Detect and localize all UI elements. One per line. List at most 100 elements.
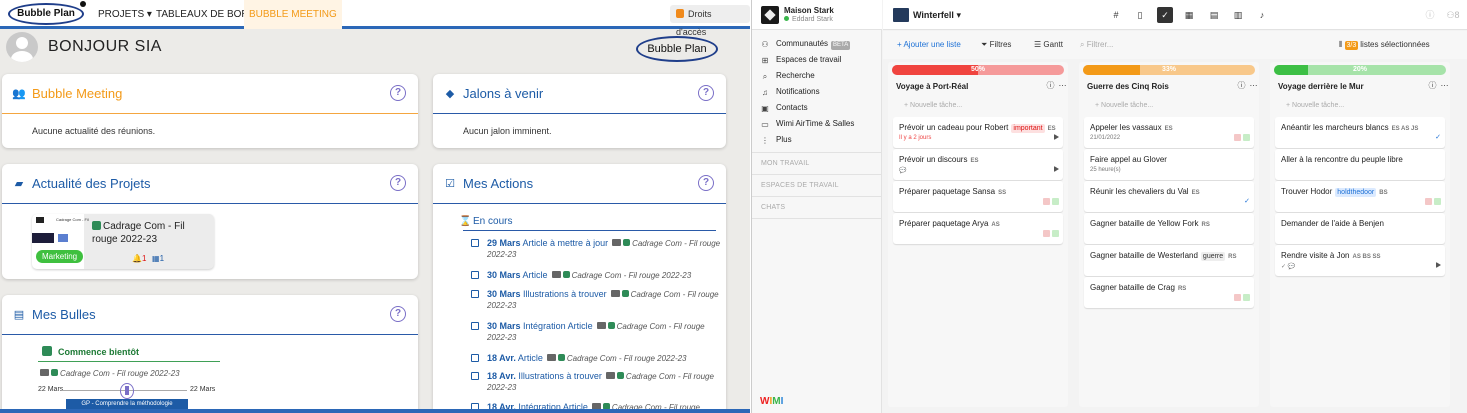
thumbs-down-icon[interactable] [1043,198,1050,205]
thumbs-down-icon[interactable] [1043,230,1050,237]
more-horizontal-icon[interactable]: ⋯ [1058,81,1067,90]
task-card[interactable]: Prévoir un cadeau pour Robert important ES… [893,117,1063,148]
task-card[interactable]: Réunir les chevaliers du Val ES ✓ [1084,181,1254,212]
task-tag[interactable]: guerre [1200,252,1226,261]
sidebar-item-contacts[interactable]: ▣ Contacts [760,101,807,115]
filters-button[interactable]: ⏷ Filtres [981,40,1011,50]
avatar[interactable] [6,32,38,62]
more-horizontal-icon[interactable]: ⋯ [1440,81,1449,90]
action-checkbox[interactable] [471,239,479,247]
info-icon[interactable]: ⓘ [1046,81,1055,90]
play-icon[interactable] [1054,166,1059,172]
nav-bubble-meeting[interactable]: BUBBLE MEETING [244,0,342,29]
task-card[interactable]: Appeler les vassaux ES 21/01/2022 [1084,117,1254,148]
thumbs-up-icon[interactable] [1052,230,1059,237]
task-card[interactable]: Rendre visite à Jon AS BS SS ✓ 💬 [1275,245,1445,276]
action-name[interactable]: Article [518,353,543,363]
play-icon[interactable] [1436,262,1441,268]
action-item[interactable]: 18 Avr. Article Cadrage Com - Fil rouge 2… [471,350,721,364]
thumbs-up-icon[interactable] [1052,198,1059,205]
file-icon[interactable]: ▯ [1132,7,1148,23]
project-tile[interactable]: Cadrage Com - Fil Cadrage Com - Fil roug… [32,214,214,269]
action-checkbox[interactable] [471,290,479,298]
help-icon[interactable]: ? [698,175,714,191]
sidebar-item-notifications[interactable]: ♫ Notifications [760,85,820,99]
task-tag[interactable]: holdthedoor [1335,188,1377,197]
check-icon[interactable]: ✓ [1244,198,1250,205]
action-checkbox[interactable] [471,322,479,330]
nav-tableaux-de-bord[interactable]: TABLEAUX DE BORD [156,0,256,29]
task-card[interactable]: Aller à la rencontre du peuple libre [1275,149,1445,180]
project-title[interactable]: Winterfell ▾ [913,10,961,21]
sidebar-item-airtime[interactable]: ▭ Wimi AirTime & Salles [760,117,854,131]
task-card[interactable]: Préparer paquetage Sansa SS [893,181,1063,212]
task-card[interactable]: Trouver Hodor holdthedoor BS [1275,181,1445,212]
access-rights-button[interactable]: Droits d'accès [670,5,750,37]
action-name[interactable]: Article [523,270,548,280]
sidebar-item-plus[interactable]: ⋮ Plus [760,133,792,147]
calendar-icon[interactable]: ▦ [1181,7,1197,23]
task-card[interactable]: Gagner bataille de Yellow Fork RS [1084,213,1254,244]
task-tag[interactable]: important [1011,124,1045,133]
list-title[interactable]: Voyage derrière le Mur [1278,82,1364,91]
info-icon[interactable]: ⓘ [1237,81,1246,90]
bell-icon[interactable]: ♪ [1254,7,1270,23]
help-icon[interactable]: ? [698,85,714,101]
thumbs-up-icon[interactable] [1243,294,1250,301]
help-icon[interactable]: ? [390,85,406,101]
sidebar-item-espaces[interactable]: ⊞ Espaces de travail [760,53,842,67]
task-card[interactable]: Faire appel au Glover 25 heure(s) [1084,149,1254,180]
add-list-button[interactable]: + Ajouter une liste [897,40,961,49]
filter-input[interactable]: ⌕ Filtrer... [1080,40,1113,50]
task-card[interactable]: Demander de l'aide à Benjen [1275,213,1445,244]
sidebar-item-communautes[interactable]: ⚇ Communautés BETA [760,37,851,51]
nav-projets[interactable]: PROJETS ▾ [98,0,152,29]
section-espaces-travail[interactable]: ESPACES DE TRAVAIL [761,182,839,189]
bubbleplan-logo[interactable]: Bubble Plan [8,1,86,25]
briefcase-icon[interactable]: ▤ [1206,7,1222,23]
section-mon-travail[interactable]: MON TRAVAIL [761,160,810,167]
action-checkbox[interactable] [471,372,479,380]
hash-icon[interactable]: # [1108,7,1124,23]
new-task-input[interactable]: + Nouvelle tâche... [904,102,962,109]
task-card[interactable]: Gagner bataille de Crag RS [1084,277,1254,308]
bottom-scrollbar[interactable] [0,409,750,413]
action-name[interactable]: Article à mettre à jour [523,238,609,248]
members-count[interactable]: ⚇8 [1443,7,1463,23]
more-horizontal-icon[interactable]: ⋯ [1249,81,1258,90]
bubble-bar[interactable]: GP - Comprendre la méthodologie [66,399,188,409]
action-checkbox[interactable] [471,271,479,279]
action-name[interactable]: Illustrations à trouver [523,289,607,299]
info-icon[interactable]: ⓘ [1422,7,1438,23]
action-name[interactable]: Intégration Article [523,321,593,331]
help-icon[interactable]: ? [390,306,406,322]
action-item[interactable]: 18 Avr. Illustrations à trouver Cadrage C… [471,368,721,392]
selected-lists[interactable]: ⦀ 3/3 listes sélectionnées [1339,40,1430,50]
thumbs-up-icon[interactable] [1434,198,1441,205]
action-item[interactable]: 30 Mars Article Cadrage Com - Fil rouge 2… [471,267,721,281]
thumbs-down-icon[interactable] [1234,294,1241,301]
task-card[interactable]: Prévoir un discours ES 💬 [893,149,1063,180]
thumbs-down-icon[interactable] [1234,134,1241,141]
workspace-header[interactable]: Maison Stark Eddard Stark [752,0,882,30]
action-name[interactable]: Illustrations à trouver [518,371,602,381]
task-card[interactable]: Préparer paquetage Arya AS [893,213,1063,244]
gantt-button[interactable]: ☰ Gantt [1034,40,1063,49]
list-title[interactable]: Guerre des Cinq Rois [1087,82,1169,91]
action-item[interactable]: 29 Mars Article à mettre à jour Cadrage C… [471,235,721,259]
check-icon[interactable]: ✓ [1435,134,1441,141]
thumbs-down-icon[interactable] [1425,198,1432,205]
chart-icon[interactable]: ▥ [1230,7,1246,23]
task-card[interactable]: Gagner bataille de Westerland guerre RS [1084,245,1254,276]
list-title[interactable]: Voyage à Port-Réal [896,82,968,91]
sidebar-item-recherche[interactable]: ⌕ Recherche [760,69,815,83]
help-icon[interactable]: ? [390,175,406,191]
new-task-input[interactable]: + Nouvelle tâche... [1095,102,1153,109]
action-item[interactable]: 30 Mars Illustrations à trouver Cadrage C… [471,286,721,310]
action-item[interactable]: 30 Mars Intégration Article Cadrage Com -… [471,318,721,342]
thumbs-up-icon[interactable] [1243,134,1250,141]
info-icon[interactable]: ⓘ [1428,81,1437,90]
section-chats[interactable]: CHATS [761,204,785,211]
play-icon[interactable] [1054,134,1059,140]
task-card[interactable]: Anéantir les marcheurs blancs ES AS JS ✓ [1275,117,1445,148]
